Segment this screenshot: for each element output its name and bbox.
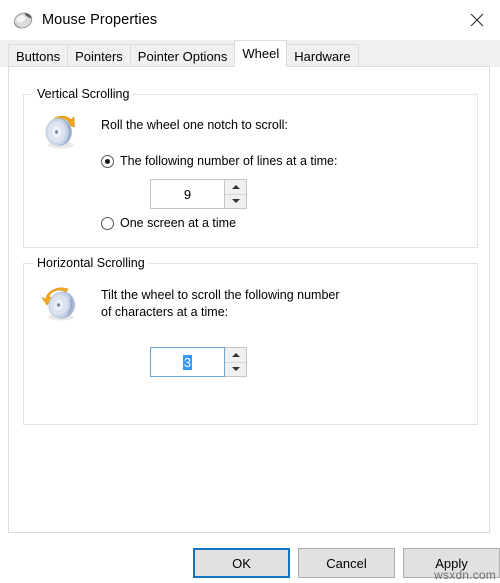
radio-lines-label: The following number of lines at a time: (120, 154, 338, 168)
ok-button[interactable]: OK (193, 548, 290, 578)
watermark: wsxdn.com (434, 568, 496, 582)
tab-strip: Buttons Pointers Pointer Options Wheel H… (0, 40, 500, 67)
characters-spinner-field[interactable]: 3 (150, 347, 225, 377)
window-title: Mouse Properties (42, 12, 158, 28)
group-horizontal-scrolling-title: Horizontal Scrolling (33, 256, 149, 270)
radio-one-screen-indicator[interactable] (101, 216, 114, 230)
radio-lines-at-a-time[interactable]: The following number of lines at a time: (101, 154, 337, 168)
spinner-down-arrow-icon (231, 199, 240, 204)
vertical-description: Roll the wheel one notch to scroll: (101, 118, 288, 132)
lines-spinner-field[interactable]: 9 (150, 179, 225, 209)
tab-wheel[interactable]: Wheel (234, 40, 288, 67)
lines-spinner-down-button[interactable] (225, 194, 246, 208)
cancel-button[interactable]: Cancel (298, 548, 395, 578)
title-bar: Mouse Properties (0, 0, 500, 40)
horizontal-description-line2: of characters at a time: (101, 305, 229, 319)
characters-spinner[interactable]: 3 (150, 347, 247, 377)
spinner-up-arrow-icon (231, 352, 240, 357)
tab-pointer-options[interactable]: Pointer Options (129, 44, 236, 67)
characters-spinner-value: 3 (182, 354, 193, 370)
radio-one-screen-label: One screen at a time (120, 216, 237, 230)
group-horizontal-scrolling: Horizontal Scrolling Tilt the wheel to s… (23, 256, 478, 425)
spinner-down-arrow-icon (231, 367, 240, 372)
spinner-up-arrow-icon (231, 184, 240, 189)
group-vertical-scrolling: Vertical Scrolling Roll the wheel one no… (23, 87, 478, 248)
scroll-wheel-horizontal-icon (38, 280, 82, 324)
characters-spinner-up-button[interactable] (225, 348, 246, 363)
group-vertical-scrolling-title: Vertical Scrolling (33, 87, 134, 101)
radio-lines-indicator[interactable] (101, 154, 114, 168)
mouse-icon (10, 9, 36, 31)
tab-panel-wheel: Vertical Scrolling Roll the wheel one no… (8, 66, 490, 533)
lines-spinner-up-button[interactable] (225, 180, 246, 195)
lines-spinner-buttons (225, 179, 247, 209)
horizontal-description-line1: Tilt the wheel to scroll the following n… (101, 288, 340, 302)
close-icon[interactable] (454, 0, 500, 40)
scroll-wheel-vertical-icon (38, 109, 82, 153)
characters-spinner-down-button[interactable] (225, 362, 246, 376)
radio-one-screen[interactable]: One screen at a time (101, 216, 236, 230)
tab-buttons[interactable]: Buttons (8, 44, 69, 67)
tab-pointers[interactable]: Pointers (67, 44, 131, 67)
dialog-button-bar: OK Cancel Apply (0, 543, 500, 583)
characters-spinner-buttons (225, 347, 247, 377)
lines-spinner[interactable]: 9 (150, 179, 247, 209)
tab-hardware[interactable]: Hardware (286, 44, 359, 67)
